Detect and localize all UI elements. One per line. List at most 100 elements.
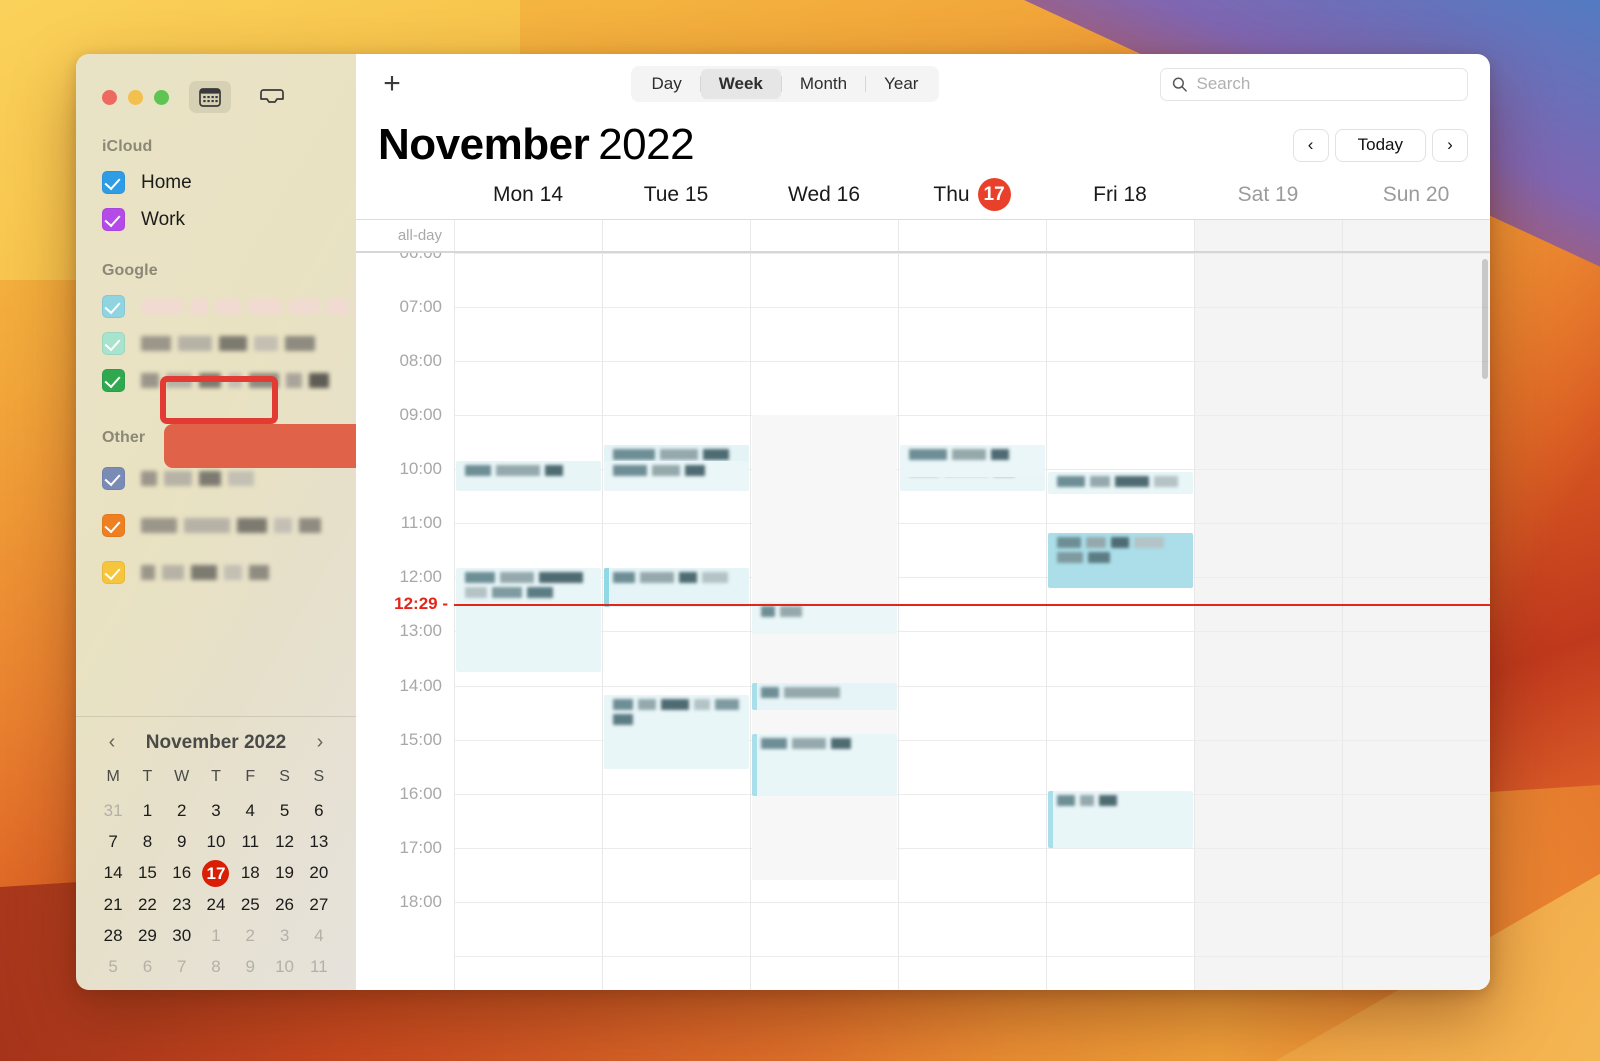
mini-calendar-day[interactable]: 1	[130, 798, 164, 824]
mini-calendar-day[interactable]: 8	[130, 829, 164, 855]
all-day-cell[interactable]	[1194, 220, 1342, 251]
checkbox-other-2[interactable]	[102, 514, 125, 537]
mini-calendar-day[interactable]: 10	[199, 829, 233, 855]
mini-calendar-day[interactable]: 9	[165, 829, 199, 855]
day-column-tue[interactable]	[602, 253, 750, 990]
search-field[interactable]	[1159, 67, 1468, 101]
day-header-sun[interactable]: Sun 20	[1342, 178, 1490, 211]
calendar-event[interactable]	[1048, 533, 1193, 589]
day-header-tue[interactable]: Tue 15	[602, 178, 750, 211]
mini-calendar-day[interactable]: 3	[199, 798, 233, 824]
all-day-row[interactable]: all-day	[356, 219, 1490, 253]
mini-calendar-day[interactable]: 11	[302, 954, 336, 980]
minimize-button[interactable]	[128, 89, 143, 105]
checkbox-other-3[interactable]	[102, 561, 125, 584]
day-header-wed[interactable]: Wed 16	[750, 178, 898, 211]
mini-calendar-grid[interactable]: M T W T F S S 31 1 2 3 4 5 6 7 8 9 10 11 12 13 14 15 16 17 18 19 20…	[96, 764, 336, 980]
mini-calendar-day[interactable]: 31	[96, 798, 130, 824]
mini-calendar-day[interactable]: 22	[130, 892, 164, 918]
mini-calendar-day[interactable]: 17	[199, 860, 233, 887]
calendar-item-other-3[interactable]	[76, 549, 356, 596]
checkbox-google-2[interactable]	[102, 332, 125, 355]
zoom-button[interactable]	[154, 89, 169, 105]
mini-calendar-day[interactable]: 15	[130, 860, 164, 887]
mini-calendar-day[interactable]: 8	[199, 954, 233, 980]
add-event-button[interactable]: +	[374, 69, 410, 99]
calendar-event[interactable]	[752, 601, 897, 635]
mini-calendar-day[interactable]: 6	[302, 798, 336, 824]
all-day-cell[interactable]	[750, 220, 898, 251]
previous-week-button[interactable]: ‹	[1292, 128, 1329, 162]
calendar-event[interactable]	[1048, 790, 1193, 848]
vertical-scrollbar[interactable]	[1482, 259, 1488, 379]
mini-calendar-day[interactable]: 25	[233, 892, 267, 918]
calendar-event[interactable]	[900, 444, 1045, 478]
day-header-fri[interactable]: Fri 18	[1046, 178, 1194, 211]
mini-calendar-day[interactable]: 27	[302, 892, 336, 918]
calendar-event[interactable]	[456, 568, 601, 672]
chevron-right-icon[interactable]: ›	[308, 731, 332, 754]
calendar-item-work[interactable]: Work	[76, 201, 356, 238]
calendar-item-other-2[interactable]	[76, 502, 356, 549]
mini-calendar-day[interactable]: 6	[130, 954, 164, 980]
calendar-event[interactable]	[604, 695, 749, 770]
calendar-event[interactable]	[456, 461, 601, 491]
calendar-event[interactable]	[752, 682, 897, 710]
day-column-fri[interactable]	[1046, 253, 1194, 990]
calendar-item-home[interactable]: Home	[76, 164, 356, 201]
tab-year[interactable]: Year	[866, 69, 936, 99]
checkbox-home[interactable]	[102, 171, 125, 194]
all-day-cell[interactable]	[1342, 220, 1490, 251]
mini-calendar-day[interactable]: 24	[199, 892, 233, 918]
all-day-cell[interactable]	[1046, 220, 1194, 251]
mini-calendar-day[interactable]: 18	[233, 860, 267, 887]
view-switcher[interactable]: Day Week Month Year	[630, 66, 940, 102]
mini-calendar-day[interactable]: 9	[233, 954, 267, 980]
calendar-event[interactable]	[604, 461, 749, 491]
mini-calendar-day[interactable]: 4	[233, 798, 267, 824]
inbox-icon[interactable]	[251, 81, 293, 113]
mini-calendar-day[interactable]: 21	[96, 892, 130, 918]
mini-calendar-day[interactable]: 7	[165, 954, 199, 980]
mini-calendar-day[interactable]: 7	[96, 829, 130, 855]
all-day-cell[interactable]	[898, 220, 1046, 251]
tab-month[interactable]: Month	[782, 69, 865, 99]
close-button[interactable]	[102, 89, 117, 105]
mini-calendar-day[interactable]: 30	[165, 923, 199, 949]
mini-calendar-day[interactable]: 19	[267, 860, 301, 887]
mini-calendar-day[interactable]: 1	[199, 923, 233, 949]
mini-calendar-day[interactable]: 20	[302, 860, 336, 887]
calendar-list[interactable]: iCloud Home Work Google Other	[76, 114, 356, 716]
calendar-item-google-2[interactable]	[76, 325, 356, 362]
mini-calendar-day[interactable]: 5	[267, 798, 301, 824]
mini-calendar-day[interactable]: 2	[233, 923, 267, 949]
mini-calendar-day[interactable]: 5	[96, 954, 130, 980]
tab-week[interactable]: Week	[700, 69, 781, 99]
day-header-thu[interactable]: Thu 17	[898, 178, 1046, 211]
calendar-event[interactable]	[1048, 471, 1193, 494]
day-column-sat[interactable]	[1194, 253, 1342, 990]
calendar-event[interactable]	[752, 415, 897, 881]
day-column-thu[interactable]	[898, 253, 1046, 990]
mini-calendar-day[interactable]: 14	[96, 860, 130, 887]
mini-calendar-day[interactable]: 10	[267, 954, 301, 980]
mini-calendar[interactable]: ‹ November 2022 › M T W T F S S 31 1 2 3 4 5 6 7 8 9 10 11…	[76, 716, 356, 990]
checkbox-work[interactable]	[102, 208, 125, 231]
all-day-cell[interactable]	[602, 220, 750, 251]
mini-calendar-day[interactable]: 28	[96, 923, 130, 949]
calendar-event[interactable]	[752, 734, 897, 797]
mini-calendar-day[interactable]: 11	[233, 829, 267, 855]
search-input[interactable]	[1196, 74, 1456, 94]
calendar-event[interactable]	[604, 567, 749, 608]
day-header-sat[interactable]: Sat 19	[1194, 178, 1342, 211]
mini-calendar-day[interactable]: 4	[302, 923, 336, 949]
week-grid[interactable]: 06:00 07:00 08:00 09:00 10:00 11:00 12:00 13:00…	[356, 253, 1490, 990]
next-week-button[interactable]: ›	[1432, 128, 1468, 162]
calendar-view-icon[interactable]	[189, 81, 231, 113]
day-header-mon[interactable]: Mon 14	[454, 178, 602, 211]
calendar-item-google-1[interactable]	[76, 288, 356, 325]
all-day-cell[interactable]	[454, 220, 602, 251]
day-column-sun[interactable]	[1342, 253, 1490, 990]
mini-calendar-day[interactable]: 29	[130, 923, 164, 949]
calendar-item-google-3[interactable]	[76, 362, 356, 399]
